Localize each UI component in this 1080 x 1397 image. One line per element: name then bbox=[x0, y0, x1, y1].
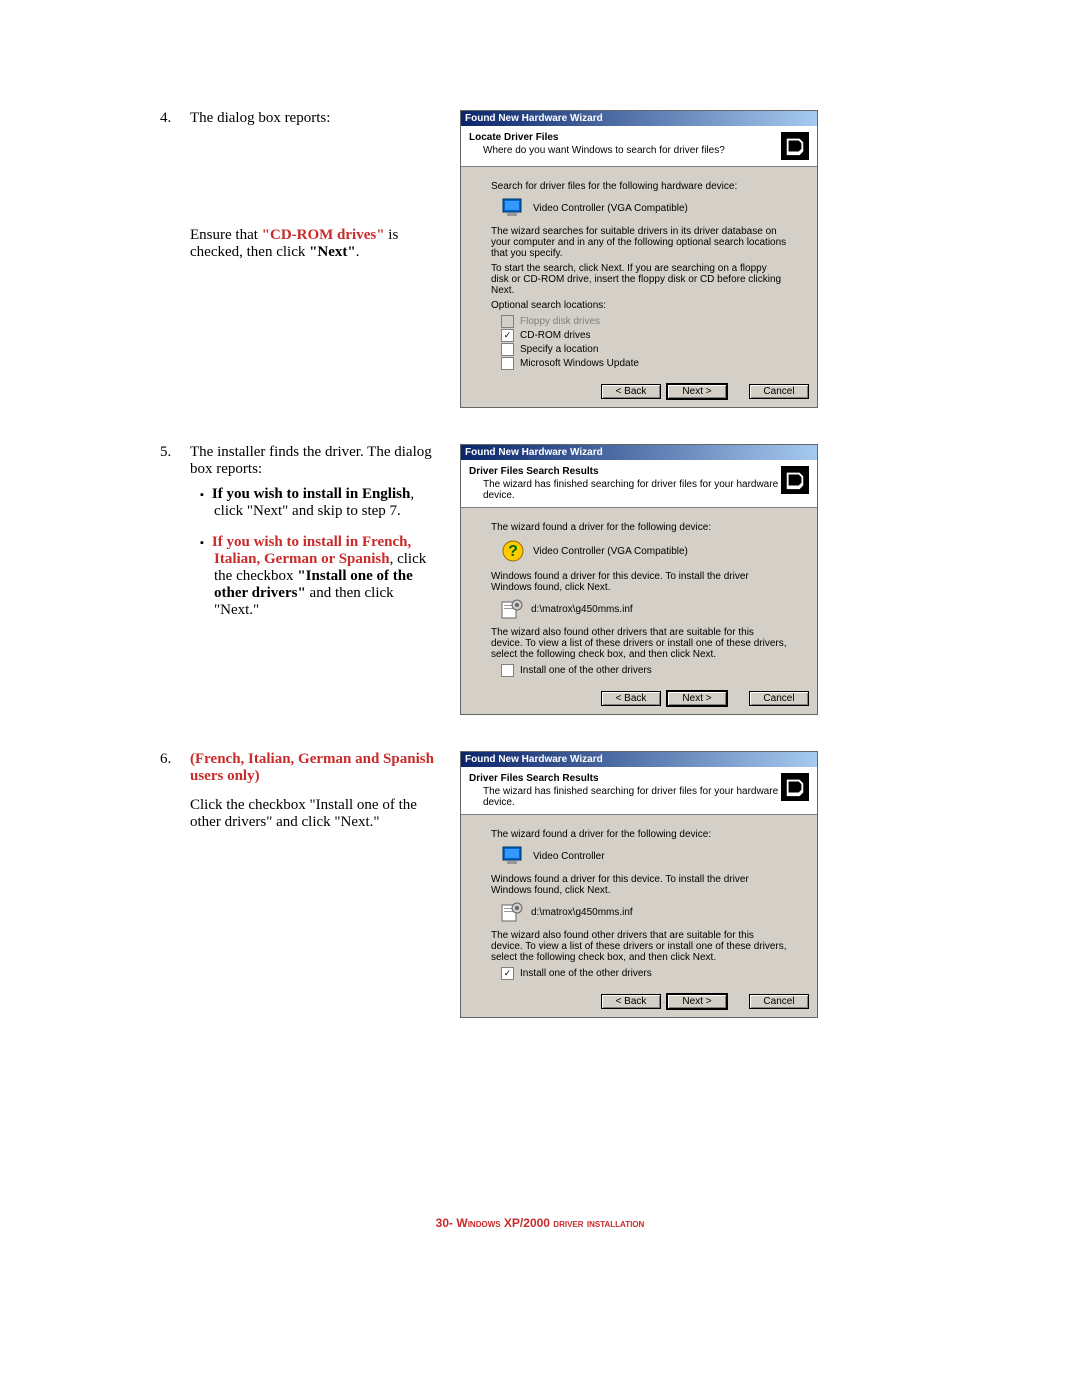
d2-l1: The wizard found a driver for the follow… bbox=[491, 522, 787, 533]
label-cdrom: CD-ROM drives bbox=[520, 330, 591, 341]
step6-title: (French, Italian, German and Spanish use… bbox=[190, 751, 440, 785]
dialog-title: Found New Hardware Wizard bbox=[461, 445, 817, 460]
next-button[interactable]: Next > bbox=[667, 994, 727, 1009]
back-button[interactable]: < Back bbox=[601, 691, 661, 706]
d2-device: Video Controller (VGA Compatible) bbox=[533, 546, 688, 557]
d1-device: Video Controller (VGA Compatible) bbox=[533, 203, 688, 214]
dialog-locate-driver: Found New Hardware Wizard Locate Driver … bbox=[460, 110, 818, 408]
label-wupdate: Microsoft Windows Update bbox=[520, 358, 639, 369]
step4-instruction: Ensure that "CD-ROM drives" is checked, … bbox=[190, 227, 440, 261]
dialog-header-sub: The wizard has finished searching for dr… bbox=[483, 786, 781, 808]
dialog-title: Found New Hardware Wizard bbox=[461, 111, 817, 126]
d3-l1: The wizard found a driver for the follow… bbox=[491, 829, 787, 840]
d3-device: Video Controller bbox=[533, 851, 605, 862]
dialog-header-title: Driver Files Search Results bbox=[469, 773, 781, 784]
checkbox-install-other-checked[interactable]: ✓ bbox=[501, 967, 514, 980]
dialog-results-1: Found New Hardware Wizard Driver Files S… bbox=[460, 444, 818, 715]
d2-l3: The wizard also found other drivers that… bbox=[491, 627, 787, 660]
cancel-button[interactable]: Cancel bbox=[749, 691, 809, 706]
checkbox-install-other[interactable] bbox=[501, 664, 514, 677]
dialog-results-2: Found New Hardware Wizard Driver Files S… bbox=[460, 751, 818, 1018]
d1-search-label: Search for driver files for the followin… bbox=[491, 181, 787, 192]
step5-bullet1: If you wish to install in English, click… bbox=[200, 486, 440, 520]
step6-number: 6. bbox=[160, 751, 190, 831]
monitor-icon bbox=[501, 846, 525, 866]
step6-body: Click the checkbox "Install one of the o… bbox=[190, 797, 440, 831]
d3-l3: The wizard also found other drivers that… bbox=[491, 930, 787, 963]
inf-file-icon bbox=[501, 902, 523, 922]
back-button[interactable]: < Back bbox=[601, 384, 661, 399]
label-install-other: Install one of the other drivers bbox=[520, 665, 652, 676]
label-floppy: Floppy disk drives bbox=[520, 316, 600, 327]
d1-desc2: To start the search, click Next. If you … bbox=[491, 263, 787, 296]
d2-path: d:\matrox\g450mms.inf bbox=[531, 604, 633, 615]
cancel-button[interactable]: Cancel bbox=[749, 384, 809, 399]
d1-desc1: The wizard searches for suitable drivers… bbox=[491, 226, 787, 259]
monitor-icon bbox=[501, 198, 525, 218]
checkbox-cdrom[interactable]: ✓ bbox=[501, 329, 514, 342]
label-specify: Specify a location bbox=[520, 344, 598, 355]
dialog-header-title: Driver Files Search Results bbox=[469, 466, 781, 477]
dialog-title: Found New Hardware Wizard bbox=[461, 752, 817, 767]
wizard-icon bbox=[781, 466, 809, 494]
d2-l2: Windows found a driver for this device. … bbox=[491, 571, 787, 593]
next-button[interactable]: Next > bbox=[667, 384, 727, 399]
d3-l2: Windows found a driver for this device. … bbox=[491, 874, 787, 896]
dialog-header-sub: The wizard has finished searching for dr… bbox=[483, 479, 781, 501]
svg-text:?: ? bbox=[508, 543, 518, 560]
inf-file-icon bbox=[501, 599, 523, 619]
wizard-icon bbox=[781, 773, 809, 801]
d1-opt-label: Optional search locations: bbox=[491, 300, 787, 311]
step4-line1: The dialog box reports: bbox=[190, 110, 440, 127]
step5-bullet2: If you wish to install in French, Italia… bbox=[200, 534, 440, 619]
checkbox-specify[interactable] bbox=[501, 343, 514, 356]
label-install-other: Install one of the other drivers bbox=[520, 968, 652, 979]
dialog-header-sub: Where do you want Windows to search for … bbox=[483, 145, 781, 156]
page-footer: 30- Windows XP/2000 driver installation bbox=[0, 1216, 1080, 1230]
step5-line1: The installer finds the driver. The dial… bbox=[190, 444, 440, 478]
wizard-icon bbox=[781, 132, 809, 160]
checkbox-floppy[interactable] bbox=[501, 315, 514, 328]
next-button[interactable]: Next > bbox=[667, 691, 727, 706]
cancel-button[interactable]: Cancel bbox=[749, 994, 809, 1009]
step4-number: 4. bbox=[160, 110, 190, 261]
step5-number: 5. bbox=[160, 444, 190, 633]
d3-path: d:\matrox\g450mms.inf bbox=[531, 907, 633, 918]
checkbox-wupdate[interactable] bbox=[501, 357, 514, 370]
dialog-header-title: Locate Driver Files bbox=[469, 132, 781, 143]
question-icon: ? bbox=[501, 539, 525, 563]
back-button[interactable]: < Back bbox=[601, 994, 661, 1009]
